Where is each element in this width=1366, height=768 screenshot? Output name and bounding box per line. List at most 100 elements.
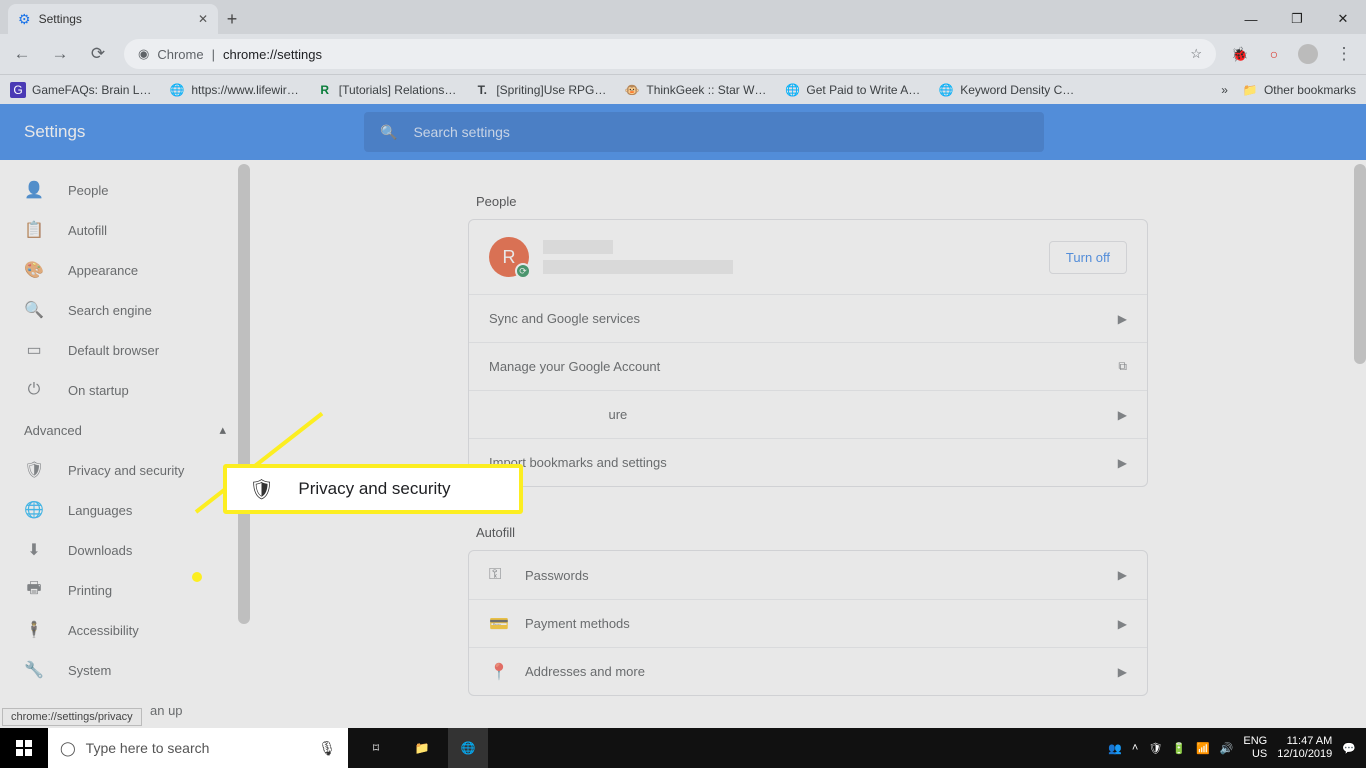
main-scrollbar[interactable]: [1354, 164, 1366, 364]
other-bookmarks[interactable]: 📁Other bookmarks: [1242, 82, 1356, 98]
browser-toolbar: ← → ⟳ ◉ Chrome | chrome://settings ☆ 🐞 ○…: [0, 34, 1366, 74]
search-icon: 🔍: [380, 124, 397, 141]
person-icon: 👤: [24, 180, 44, 200]
chevron-right-icon: ▶: [1118, 312, 1127, 326]
new-tab-button[interactable]: +: [218, 9, 246, 34]
file-explorer-taskbar-icon[interactable]: 📁: [402, 728, 442, 768]
address-bar[interactable]: ◉ Chrome | chrome://settings ☆: [124, 39, 1216, 69]
payment-methods-row[interactable]: 💳Payment methods▶: [469, 599, 1147, 647]
taskbar-clock[interactable]: 11:47 AM 12/10/2019: [1277, 735, 1332, 761]
wifi-tray-icon[interactable]: 📶: [1196, 742, 1210, 755]
back-button[interactable]: ←: [10, 44, 34, 64]
bookmark-item[interactable]: R[Tutorials] Relations…: [317, 82, 457, 98]
star-icon[interactable]: ☆: [1190, 46, 1202, 62]
bookmarks-bar: GGameFAQs: Brain L… 🌐https://www.lifewir…: [0, 74, 1366, 104]
redacted-name: [543, 240, 613, 254]
shield-icon: 🛡: [249, 477, 274, 502]
bookmark-item[interactable]: 🌐https://www.lifewir…: [169, 82, 298, 98]
settings-app: Settings 🔍 Search settings 👤People 📋Auto…: [0, 104, 1366, 728]
extension-icon-2[interactable]: ○: [1264, 44, 1284, 64]
chrome-icon: ◉: [138, 46, 149, 62]
annotation-dot: [192, 572, 202, 582]
palette-icon: 🎨: [24, 260, 44, 280]
location-icon: 📍: [489, 662, 525, 682]
minimize-button[interactable]: —: [1228, 4, 1274, 34]
chevron-right-icon: ▶: [1118, 617, 1127, 631]
maximize-button[interactable]: ❐: [1274, 4, 1320, 34]
manage-google-account-row[interactable]: Manage your Google Account⧉: [469, 342, 1147, 390]
profile-row: R ⟳ Turn off: [469, 220, 1147, 294]
gear-icon: ⚙: [18, 11, 31, 28]
bookmark-item[interactable]: T.[Spriting]Use RPG…: [474, 82, 606, 98]
chevron-right-icon: ▶: [1118, 568, 1127, 582]
search-settings-input[interactable]: 🔍 Search settings: [364, 112, 1044, 152]
sidebar-item-appearance[interactable]: 🎨Appearance: [0, 250, 250, 290]
close-tab-icon[interactable]: ✕: [198, 12, 208, 26]
addresses-row[interactable]: 📍Addresses and more▶: [469, 647, 1147, 695]
tray-chevron-icon[interactable]: ˄: [1132, 742, 1138, 754]
sync-services-row[interactable]: Sync and Google services▶: [469, 294, 1147, 342]
forward-button[interactable]: →: [48, 44, 72, 64]
sidebar-item-accessibility[interactable]: 🕴Accessibility: [0, 610, 250, 650]
sidebar-item-search-engine[interactable]: 🔍Search engine: [0, 290, 250, 330]
settings-header: Settings 🔍 Search settings: [0, 104, 1366, 160]
sidebar-item-autofill[interactable]: 📋Autofill: [0, 210, 250, 250]
sidebar-item-on-startup[interactable]: ⏻On startup: [0, 370, 250, 410]
close-window-button[interactable]: ✕: [1320, 4, 1366, 34]
chrome-taskbar-icon[interactable]: 🌐: [448, 728, 488, 768]
sidebar-item-system[interactable]: 🔧System: [0, 650, 250, 690]
sidebar-item-downloads[interactable]: ⬇Downloads: [0, 530, 250, 570]
bookmark-item[interactable]: 🌐Keyword Density C…: [938, 82, 1074, 98]
passwords-row[interactable]: ⚿Passwords▶: [469, 551, 1147, 599]
windows-taskbar: ◯ Type here to search 🎙 ⌑ 📁 🌐 👥 ˄ 🛡 🔋 📶 …: [0, 728, 1366, 768]
browser-menu-button[interactable]: ⋮: [1332, 44, 1356, 64]
wrench-icon: 🔧: [24, 660, 44, 680]
status-bar-url: chrome://settings/privacy: [2, 708, 142, 726]
cortana-icon: ◯: [60, 740, 76, 757]
people-tray-icon[interactable]: 👥: [1108, 742, 1122, 755]
profile-avatar-large: R ⟳: [489, 237, 529, 277]
bookmark-item[interactable]: 🌐Get Paid to Write A…: [784, 82, 920, 98]
reload-button[interactable]: ⟳: [86, 44, 110, 64]
accessibility-icon: 🕴: [24, 620, 44, 640]
origin-label: Chrome: [157, 47, 203, 62]
import-bookmarks-row[interactable]: Import bookmarks and settings▶: [469, 438, 1147, 486]
bookmark-item[interactable]: GGameFAQs: Brain L…: [10, 82, 151, 98]
window-titlebar: ⚙ Settings ✕ + — ❐ ✕: [0, 0, 1366, 34]
sidebar-item-printing[interactable]: 🖶Printing: [0, 570, 250, 610]
sidebar-item-privacy-security[interactable]: 🛡Privacy and security: [0, 450, 250, 490]
customize-profile-row[interactable]: xxxure▶: [469, 390, 1147, 438]
sidebar-item-default-browser[interactable]: ▭Default browser: [0, 330, 250, 370]
redacted-email: [543, 260, 733, 274]
bookmark-item[interactable]: 🐵ThinkGeek :: Star W…: [624, 82, 766, 98]
start-button[interactable]: [0, 728, 48, 768]
extension-icon-1[interactable]: 🐞: [1230, 44, 1250, 64]
chevron-right-icon: ▶: [1118, 665, 1127, 679]
sync-badge-icon: ⟳: [515, 263, 531, 279]
security-tray-icon[interactable]: 🛡: [1148, 742, 1162, 755]
sidebar-scrollbar[interactable]: [238, 164, 250, 624]
globe-icon: 🌐: [24, 500, 44, 520]
section-header-people: People: [468, 180, 1148, 219]
browser-tab[interactable]: ⚙ Settings ✕: [8, 4, 218, 34]
profile-avatar[interactable]: [1298, 44, 1318, 64]
search-icon: 🔍: [24, 300, 44, 320]
power-icon: ⏻: [24, 381, 44, 399]
task-view-button[interactable]: ⌑: [356, 728, 396, 768]
chevron-up-icon: ▴: [219, 422, 226, 438]
taskbar-lang[interactable]: ENG US: [1243, 735, 1267, 761]
volume-tray-icon[interactable]: 🔊: [1220, 742, 1234, 755]
people-card: R ⟳ Turn off Sync and Google services▶ M…: [468, 219, 1148, 487]
sidebar-advanced-toggle[interactable]: Advanced▴: [0, 410, 250, 450]
turn-off-sync-button[interactable]: Turn off: [1049, 241, 1127, 274]
annotation-callout: 🛡 Privacy and security: [223, 464, 523, 514]
bookmarks-overflow[interactable]: »: [1221, 83, 1228, 97]
tab-title: Settings: [39, 12, 82, 26]
notifications-tray-icon[interactable]: 💬: [1342, 742, 1356, 755]
url-text: chrome://settings: [223, 47, 322, 62]
battery-tray-icon[interactable]: 🔋: [1172, 742, 1186, 755]
sidebar-item-people[interactable]: 👤People: [0, 170, 250, 210]
taskbar-search[interactable]: ◯ Type here to search 🎙: [48, 728, 348, 768]
settings-main: People R ⟳ Turn off Sync and Google s: [250, 160, 1366, 728]
clipboard-icon: 📋: [24, 220, 44, 240]
